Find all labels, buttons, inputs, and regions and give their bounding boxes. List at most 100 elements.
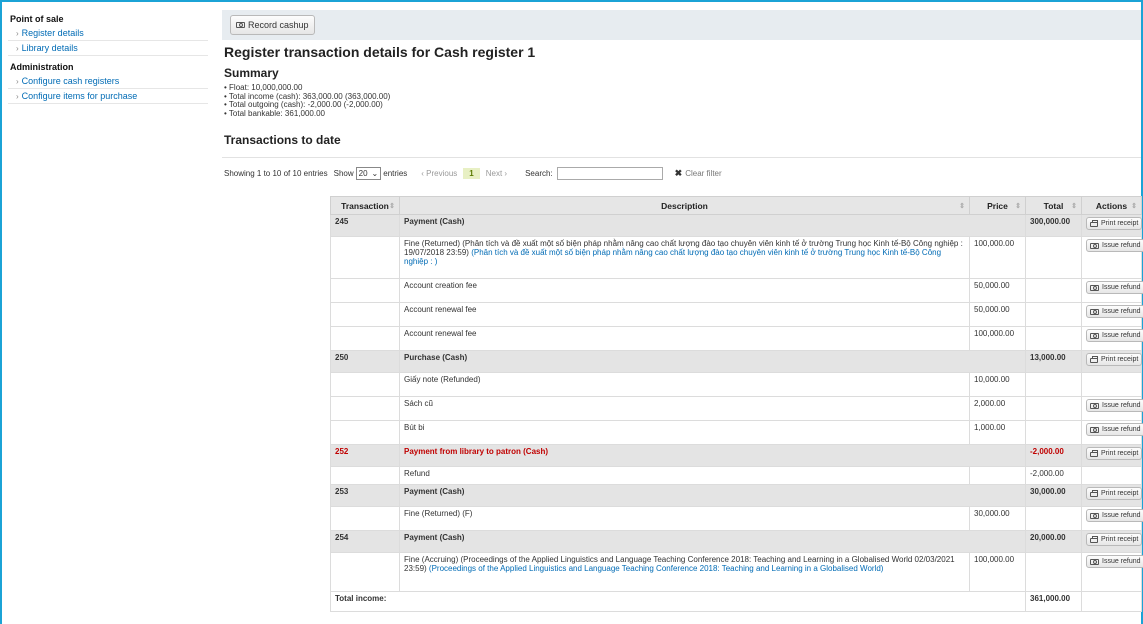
issue-refund-button[interactable]: Issue refund xyxy=(1086,329,1143,342)
column-header-description[interactable]: Description ⇕ xyxy=(399,196,970,215)
page-size-value: 20 xyxy=(358,168,368,178)
print-receipt-button[interactable]: Print receipt xyxy=(1086,353,1143,366)
button-label: Issue refund xyxy=(1102,284,1141,291)
printer-icon xyxy=(1090,220,1098,227)
item-price: 50,000.00 xyxy=(969,302,1026,327)
sidebar-item-label: Configure cash registers xyxy=(21,76,120,86)
clear-filter-button[interactable]: ✖ Clear filter xyxy=(675,168,722,179)
issue-refund-button[interactable]: Issue refund xyxy=(1086,305,1143,318)
sort-icon: ⇕ xyxy=(1015,203,1021,210)
page-size-select[interactable]: 20 ⌄ xyxy=(355,166,382,180)
search-label: Search: xyxy=(525,168,553,178)
sidebar-item-register-details[interactable]: › Register details xyxy=(8,26,208,41)
button-label: Issue refund xyxy=(1102,242,1141,249)
print-receipt-button[interactable]: Print receipt xyxy=(1086,217,1143,230)
page-title: Register transaction details for Cash re… xyxy=(224,44,536,60)
previous-page-button[interactable]: ‹ Previous xyxy=(421,169,457,178)
column-header-price[interactable]: Price ⇕ xyxy=(969,196,1026,215)
transaction-total: -2,000.00 xyxy=(1025,444,1082,467)
money-icon xyxy=(1090,512,1099,519)
record-cashup-button[interactable]: Record cashup xyxy=(230,15,315,35)
transaction-description: Payment (Cash) xyxy=(399,484,1026,507)
sidebar-heading-point-of-sale: Point of sale xyxy=(10,14,64,24)
print-receipt-button[interactable]: Print receipt xyxy=(1086,533,1143,546)
clear-filter-label: Clear filter xyxy=(685,168,722,178)
table-row: Fine (Accruing) (Proceedings of the Appl… xyxy=(330,552,1143,592)
table-row: Giấy note (Refunded) 10,000.00 xyxy=(330,372,1142,397)
item-title-link[interactable]: (Proceedings of the Applied Linguistics … xyxy=(429,564,884,573)
item-description: Fine (Returned) (Phân tích và đề xuất mộ… xyxy=(399,236,970,279)
column-header-transaction[interactable]: Transaction ⇕ xyxy=(330,196,400,215)
column-header-actions[interactable]: Actions ⇕ xyxy=(1081,196,1142,215)
item-description: Account creation fee xyxy=(399,278,970,303)
transaction-total: 30,000.00 xyxy=(1025,484,1082,507)
transaction-description: Payment (Cash) xyxy=(399,214,1026,237)
transaction-id: 252 xyxy=(330,444,400,467)
sort-icon: ⇕ xyxy=(389,203,395,210)
datatable-info: Showing 1 to 10 of 10 entries xyxy=(224,168,328,178)
button-label: Print receipt xyxy=(1101,536,1139,543)
item-price: 100,000.00 xyxy=(969,236,1026,279)
item-price: 30,000.00 xyxy=(969,506,1026,531)
table-row: Account creation fee 50,000.00 Issue ref… xyxy=(330,278,1143,303)
printer-icon xyxy=(1090,450,1098,457)
transaction-total: 20,000.00 xyxy=(1025,530,1082,553)
money-icon xyxy=(236,22,245,28)
button-label: Issue refund xyxy=(1102,558,1141,565)
transaction-id: 254 xyxy=(330,530,400,553)
table-row: 250 Purchase (Cash) 13,000.00 Print rece… xyxy=(330,350,1143,373)
sidebar-item-label: Register details xyxy=(21,28,84,38)
transaction-total: 300,000.00 xyxy=(1025,214,1082,237)
issue-refund-button[interactable]: Issue refund xyxy=(1086,281,1143,294)
issue-refund-button[interactable]: Issue refund xyxy=(1086,399,1143,412)
issue-refund-button[interactable]: Issue refund xyxy=(1086,239,1143,252)
table-header-row: Transaction ⇕ Description ⇕ Price ⇕ Total ⇕ … xyxy=(330,196,1142,215)
item-description: Account renewal fee xyxy=(399,326,970,351)
header-label: Total xyxy=(1043,200,1064,211)
entries-label: entries xyxy=(383,168,408,178)
column-header-total[interactable]: Total ⇕ xyxy=(1025,196,1082,215)
summary-total-bankable: Total bankable: 361,000.00 xyxy=(224,109,390,119)
transaction-id: 245 xyxy=(330,214,400,237)
print-receipt-button[interactable]: Print receipt xyxy=(1086,447,1143,460)
printer-icon xyxy=(1090,536,1098,543)
next-page-button[interactable]: Next › xyxy=(486,169,507,178)
table-row: Bút bi 1,000.00 Issue refund xyxy=(330,420,1143,445)
button-label: Issue refund xyxy=(1102,512,1141,519)
transactions-heading: Transactions to date xyxy=(224,133,341,147)
datatable-controls: Showing 1 to 10 of 10 entries Show 20 ⌄ e… xyxy=(224,165,722,181)
button-label: Issue refund xyxy=(1102,308,1141,315)
total-income-value: 361,000.00 xyxy=(1025,591,1082,612)
sidebar-item-configure-items-for-purchase[interactable]: › Configure items for purchase xyxy=(8,89,208,104)
issue-refund-button[interactable]: Issue refund xyxy=(1086,509,1143,522)
money-icon xyxy=(1090,242,1099,249)
table-row: Fine (Returned) (Phân tích và đề xuất mộ… xyxy=(330,236,1143,279)
print-receipt-button[interactable]: Print receipt xyxy=(1086,487,1143,500)
issue-refund-button[interactable]: Issue refund xyxy=(1086,555,1143,568)
issue-refund-button[interactable]: Issue refund xyxy=(1086,423,1143,436)
transaction-description: Purchase (Cash) xyxy=(399,350,1026,373)
current-page-button[interactable]: 1 xyxy=(463,167,480,179)
table-row: 253 Payment (Cash) 30,000.00 Print recei… xyxy=(330,484,1143,507)
item-price: 2,000.00 xyxy=(969,396,1026,421)
sidebar-item-library-details[interactable]: › Library details xyxy=(8,41,208,56)
table-row: Refund -2,000.00 xyxy=(330,466,1142,485)
item-description: Bút bi xyxy=(399,420,970,445)
item-title-link[interactable]: (Phân tích và đề xuất một số biện pháp n… xyxy=(404,248,941,266)
item-price: 100,000.00 xyxy=(969,326,1026,351)
button-label: Print receipt xyxy=(1101,490,1139,497)
sidebar-item-configure-cash-registers[interactable]: › Configure cash registers xyxy=(8,74,208,89)
money-icon xyxy=(1090,332,1099,339)
money-icon xyxy=(1090,426,1099,433)
search-input[interactable] xyxy=(556,166,663,180)
sidebar-item-label: Configure items for purchase xyxy=(21,91,138,101)
button-label: Issue refund xyxy=(1102,402,1141,409)
chevron-right-icon: › xyxy=(16,29,19,38)
button-label: Issue refund xyxy=(1102,426,1141,433)
chevron-right-icon: › xyxy=(16,92,19,101)
money-icon xyxy=(1090,284,1099,291)
sidebar-item-label: Library details xyxy=(21,43,78,53)
transaction-id: 253 xyxy=(330,484,400,507)
header-label: Actions xyxy=(1095,200,1128,211)
item-description: Fine (Returned) (F) xyxy=(399,506,970,531)
